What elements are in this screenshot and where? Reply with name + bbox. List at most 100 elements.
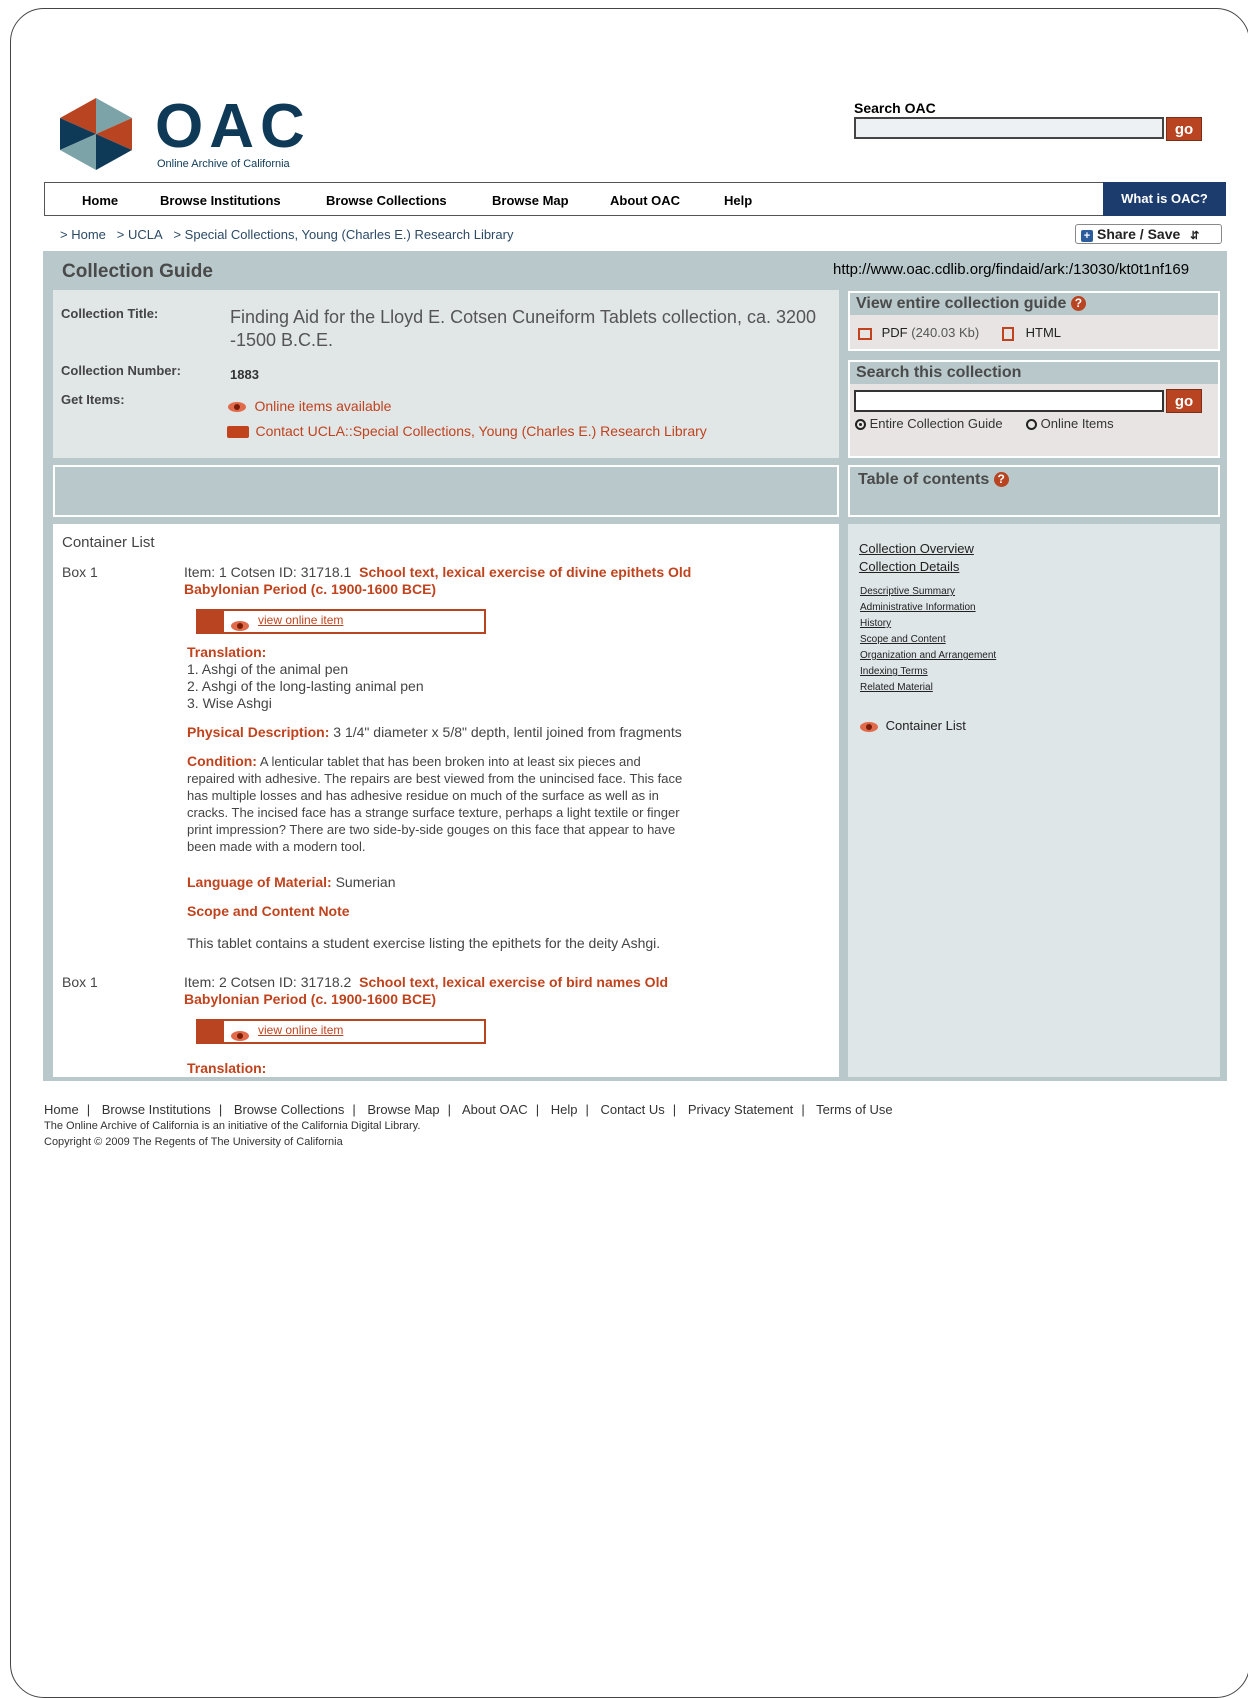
footer-contact-us[interactable]: Contact Us [600,1102,664,1117]
translation-line: 2. Ashgi of the long-lasting animal pen [187,678,424,694]
pdf-link[interactable]: PDF (240.03 Kb) [858,325,979,340]
footer-terms-of-use[interactable]: Terms of Use [816,1102,893,1117]
main-nav: Home Browse Institutions Browse Collecti… [44,182,1226,216]
oac-logo-icon[interactable] [60,98,132,175]
translation-label: Translation: [187,644,266,661]
eye-icon [231,620,249,631]
nav-browse-institutions[interactable]: Browse Institutions [160,193,281,208]
footer-privacy-statement[interactable]: Privacy Statement [688,1102,794,1117]
toc-collection-overview[interactable]: Collection Overview [859,541,974,556]
radio-online-items-label: Online Items [1040,416,1114,431]
plus-icon: + [1081,230,1093,242]
view-online-item-link[interactable]: view online item [258,1023,343,1037]
help-icon[interactable]: ? [993,472,1009,487]
pdf-label: PDF [881,325,908,340]
nav-help[interactable]: Help [724,193,752,208]
language-label: Language of Material: [187,874,332,890]
box-label: Box 1 [62,564,98,580]
share-save-button[interactable]: + Share / Save ⇵ [1075,224,1222,244]
online-items-link[interactable]: Online items available [228,398,391,416]
toc-indexing-terms[interactable]: Indexing Terms [860,664,996,680]
translation-lines: 1. Ashgi of the animal pen 2. Ashgi of t… [187,661,424,712]
breadcrumb-library[interactable]: > Special Collections, Young (Charles E.… [173,227,513,242]
collection-search-input[interactable] [854,390,1164,412]
document-icon [1002,326,1014,341]
condition-line: repaired with adhesive. The repairs are … [187,771,683,786]
toc-history[interactable]: History [860,616,996,632]
view-online-item-link[interactable]: view online item [258,613,343,627]
condition-line: has multiple losses and has adhesive res… [187,788,659,803]
translation-label-text: Translation: [187,644,267,660]
nav-home[interactable]: Home [82,193,118,208]
footer-help[interactable]: Help [551,1102,578,1117]
footer-home[interactable]: Home [44,1102,79,1117]
radio-online-items[interactable]: Online Items [1026,416,1114,431]
container-list-heading: Container List [62,534,155,551]
html-link[interactable]: HTML [1002,325,1061,341]
item-id: Item: 1 Cotsen ID: 31718.1 [184,564,352,580]
scope-label: Scope and Content Note [187,903,350,919]
view-guide-heading-text: View entire collection guide [856,295,1067,312]
contact-link[interactable]: Contact UCLA::Special Collections, Young… [227,423,707,441]
footer-note: The Online Archive of California is an i… [44,1120,421,1132]
share-label: Share / Save [1097,226,1181,242]
toc-organization-and-arrangement[interactable]: Organization and Arrangement [860,648,996,664]
footer-links: Home | Browse Institutions | Browse Collec… [44,1102,893,1117]
radio-entire-guide-label: Entire Collection Guide [869,416,1003,431]
toc-administrative-information[interactable]: Administrative Information [860,600,996,616]
printer-icon [858,327,872,340]
container-list-content: Container List Box 1 Item: 1 Cotsen ID: … [53,524,839,1077]
toc-container-list[interactable]: Container List [860,718,966,733]
search-label: Search OAC [854,100,936,116]
what-is-oac-button[interactable]: What is OAC? [1103,182,1226,216]
contact-label: Contact UCLA::Special Collections, Young… [255,423,707,439]
item-title-2: Babylonian Period (c. 1900-1600 BCE) [184,991,437,1007]
logo-text[interactable]: OAC [155,96,311,158]
physical-description: Physical Description: 3 1/4" diameter x … [187,724,682,741]
nav-about-oac[interactable]: About OAC [610,193,680,208]
collection-url: http://www.oac.cdlib.org/findaid/ark:/13… [833,261,1190,278]
bar-marker [198,611,224,632]
collection-number-label: Collection Number: [61,363,181,378]
eye-icon [228,401,246,412]
truck-icon [227,425,249,438]
search-collection-heading: Search this collection [850,362,1218,384]
toc-heading: Table of contents ? [858,471,1009,489]
footer-browse-institutions[interactable]: Browse Institutions [102,1102,211,1117]
item-header: Item: 2 Cotsen ID: 31718.2 School text, … [184,974,744,1008]
nav-browse-map[interactable]: Browse Map [492,193,569,208]
logo-subtitle: Online Archive of California [157,158,290,170]
view-online-item-bar[interactable]: view online item [196,609,486,634]
toc-descriptive-summary[interactable]: Descriptive Summary [860,584,996,600]
condition: Condition: A lenticular tablet that has … [187,753,747,855]
translation-label: Translation: [187,1060,266,1077]
item-id: Item: 2 Cotsen ID: 31718.2 [184,974,352,990]
footer-about-oac[interactable]: About OAC [462,1102,528,1117]
toc-related-material[interactable]: Related Material [860,680,996,696]
collection-search-go-button[interactable]: go [1166,389,1202,413]
help-icon[interactable]: ? [1070,296,1086,311]
condition-line: print impression? There are two side-by-… [187,822,676,837]
search-input[interactable] [854,117,1164,139]
eye-icon [231,1030,249,1041]
breadcrumb-home[interactable]: > Home [60,227,106,242]
language-value: Sumerian [335,874,396,890]
footer-browse-collections[interactable]: Browse Collections [234,1102,345,1117]
view-online-item-bar[interactable]: view online item [196,1019,486,1044]
search-go-button[interactable]: go [1166,117,1202,141]
footer-browse-map[interactable]: Browse Map [367,1102,439,1117]
radio-unselected-icon [1026,419,1037,431]
updown-arrow-icon: ⇵ [1190,230,1200,242]
radio-entire-guide[interactable]: Entire Collection Guide [855,416,1003,431]
toc-scope-and-content[interactable]: Scope and Content [860,632,996,648]
condition-line: cracks. The incised face has a strange s… [187,805,680,820]
condition-line: A lenticular tablet that has been broken… [259,754,641,769]
html-label: HTML [1025,325,1062,340]
footer-copyright: Copyright © 2009 The Regents of The Univ… [44,1136,343,1148]
toc-collection-details[interactable]: Collection Details [859,559,959,574]
breadcrumb-ucla[interactable]: > UCLA [117,227,163,242]
toc-sidebar: Collection Overview Collection Details D… [848,524,1220,1077]
toc-heading-text: Table of contents [858,471,990,488]
spacer-box [53,465,839,517]
nav-browse-collections[interactable]: Browse Collections [326,193,447,208]
